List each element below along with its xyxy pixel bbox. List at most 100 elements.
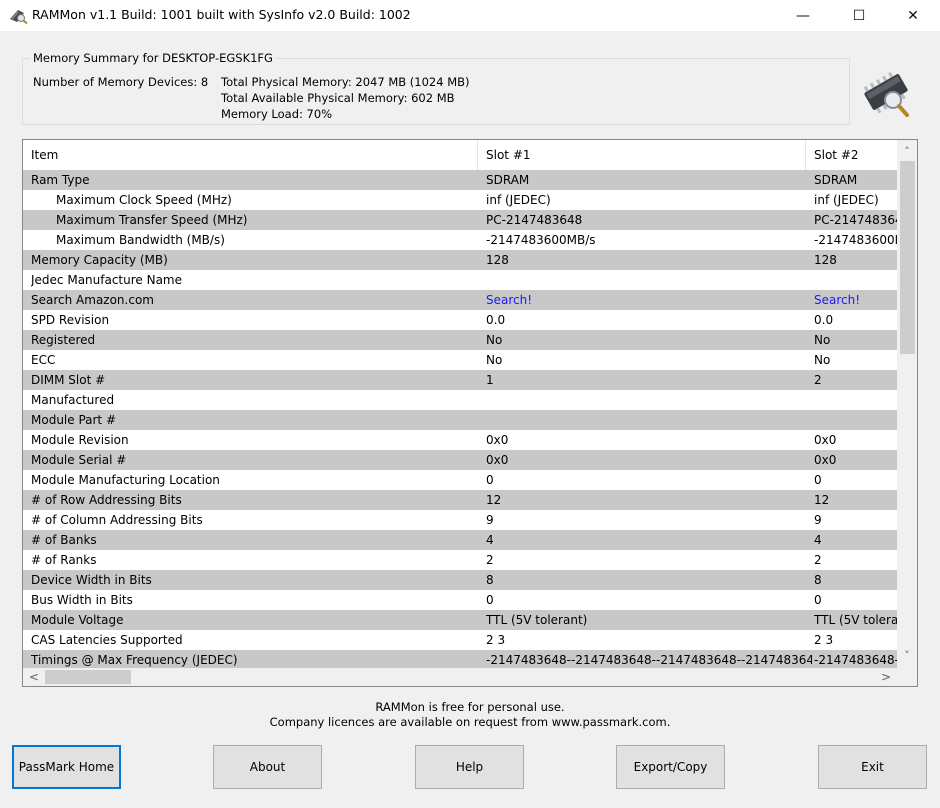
minimize-button[interactable]: — bbox=[780, 0, 826, 31]
column-header-slot-1[interactable]: Slot #1 bbox=[478, 140, 806, 170]
row-item-label: Maximum Transfer Speed (MHz) bbox=[56, 213, 248, 227]
table-row[interactable]: Module Part # bbox=[23, 410, 897, 430]
close-icon: ✕ bbox=[907, 7, 919, 24]
row-item-label: Timings @ Max Frequency (JEDEC) bbox=[31, 653, 238, 667]
table-row[interactable]: Memory Capacity (MB) 128 128 bbox=[23, 250, 897, 270]
slot-1-value: inf (JEDEC) bbox=[486, 193, 551, 207]
row-item-label: # of Column Addressing Bits bbox=[31, 513, 203, 527]
scroll-up-icon[interactable]: ˄ bbox=[897, 142, 917, 160]
row-item-label: # of Row Addressing Bits bbox=[31, 493, 182, 507]
table-row[interactable]: # of Ranks 2 2 bbox=[23, 550, 897, 570]
close-button[interactable]: ✕ bbox=[890, 0, 936, 31]
table-body: Ram Type SDRAM SDRAM Maximum Clock Speed (M… bbox=[23, 170, 897, 670]
scroll-left-icon[interactable]: < bbox=[25, 668, 43, 686]
table-row[interactable]: Maximum Transfer Speed (MHz) PC-214748364… bbox=[23, 210, 897, 230]
exit-button[interactable]: Exit bbox=[818, 745, 927, 789]
table-row[interactable]: Bus Width in Bits 0 0 bbox=[23, 590, 897, 610]
slot-1-value: -2147483600MB/s bbox=[486, 233, 596, 247]
passmark-home-button[interactable]: PassMark Home bbox=[12, 745, 121, 789]
table-row[interactable]: Module Voltage TTL (5V tolerant) TTL (5V t… bbox=[23, 610, 897, 630]
row-item-label: Memory Capacity (MB) bbox=[31, 253, 168, 267]
slot-1-value: 0x0 bbox=[486, 453, 509, 467]
slot-1-value: 8 bbox=[486, 573, 494, 587]
slot-1-value: SDRAM bbox=[486, 173, 530, 187]
row-item-label: Module Manufacturing Location bbox=[31, 473, 220, 487]
row-item-label: Manufactured bbox=[31, 393, 115, 407]
slot-2-value: 0x0 bbox=[814, 453, 837, 467]
table-row[interactable]: CAS Latencies Supported 2 3 2 3 bbox=[23, 630, 897, 650]
table-row[interactable]: Module Manufacturing Location 0 0 bbox=[23, 470, 897, 490]
vertical-scrollbar[interactable]: ˄ ˅ bbox=[897, 140, 917, 668]
slot-2-value bbox=[814, 390, 897, 410]
row-item-label: Bus Width in Bits bbox=[31, 593, 133, 607]
maximize-button[interactable]: ☐ bbox=[836, 0, 882, 31]
row-item-label: ECC bbox=[31, 353, 56, 367]
slot-1-value: 2 bbox=[486, 553, 494, 567]
scroll-down-icon[interactable]: ˅ bbox=[897, 646, 917, 664]
table-row[interactable]: # of Row Addressing Bits 12 12 bbox=[23, 490, 897, 510]
table-row[interactable]: Jedec Manufacture Name bbox=[23, 270, 897, 290]
table-row[interactable]: Search Amazon.com Search! Search! bbox=[23, 290, 897, 310]
slot-1-value: No bbox=[486, 353, 503, 367]
export-copy-button[interactable]: Export/Copy bbox=[616, 745, 725, 789]
scroll-right-icon[interactable]: > bbox=[877, 668, 895, 686]
vertical-scroll-thumb[interactable] bbox=[900, 161, 915, 354]
table-row[interactable]: Registered No No bbox=[23, 330, 897, 350]
row-item-label: Ram Type bbox=[31, 173, 90, 187]
column-header-item[interactable]: Item bbox=[23, 140, 478, 170]
slot-1-value: 128 bbox=[486, 253, 509, 267]
total-available-memory: Total Available Physical Memory: 602 MB bbox=[221, 91, 455, 105]
table-row[interactable]: Device Width in Bits 8 8 bbox=[23, 570, 897, 590]
search-amazon-link-slot-2[interactable]: Search! bbox=[814, 290, 897, 310]
row-item-label: # of Ranks bbox=[31, 553, 97, 567]
search-amazon-link-slot-1[interactable]: Search! bbox=[486, 290, 812, 310]
table-row[interactable]: SPD Revision 0.0 0.0 bbox=[23, 310, 897, 330]
table-row[interactable]: Maximum Clock Speed (MHz) inf (JEDEC) inf … bbox=[23, 190, 897, 210]
column-header-slot-2[interactable]: Slot #2 bbox=[806, 140, 897, 170]
slot-1-value: 4 bbox=[486, 533, 494, 547]
row-item-label: DIMM Slot # bbox=[31, 373, 106, 387]
table-row[interactable]: Timings @ Max Frequency (JEDEC) -21474836… bbox=[23, 650, 897, 670]
scrollbar-corner bbox=[897, 668, 917, 686]
horizontal-scrollbar[interactable]: < > bbox=[23, 668, 897, 686]
slot-1-value: 1 bbox=[486, 373, 494, 387]
table-row[interactable]: Module Serial # 0x0 0x0 bbox=[23, 450, 897, 470]
row-item-label: Search Amazon.com bbox=[31, 293, 154, 307]
table-row[interactable]: # of Column Addressing Bits 9 9 bbox=[23, 510, 897, 530]
slot-1-value: TTL (5V tolerant) bbox=[486, 613, 588, 627]
slot-2-value bbox=[814, 270, 897, 290]
table-row[interactable]: Module Revision 0x0 0x0 bbox=[23, 430, 897, 450]
table-row[interactable]: Ram Type SDRAM SDRAM bbox=[23, 170, 897, 190]
row-item-label: Registered bbox=[31, 333, 96, 347]
total-physical-memory: Total Physical Memory: 2047 MB (1024 MB) bbox=[221, 75, 470, 89]
table-row[interactable]: # of Banks 4 4 bbox=[23, 530, 897, 550]
slot-1-value bbox=[486, 390, 812, 410]
slot-1-value: No bbox=[486, 333, 503, 347]
slot-2-value: 0 bbox=[814, 593, 822, 607]
slot-1-value: 12 bbox=[486, 493, 502, 507]
memory-devices-count: Number of Memory Devices: 8 bbox=[33, 75, 209, 89]
table-row[interactable]: Manufactured bbox=[23, 390, 897, 410]
row-item-label: Module Part # bbox=[31, 413, 117, 427]
slot-2-value: 2 bbox=[814, 373, 822, 387]
slot-1-value: 0x0 bbox=[486, 433, 509, 447]
slot-1-value: 0 bbox=[486, 593, 494, 607]
slot-2-value: -2147483600MB/s bbox=[814, 233, 897, 247]
slot-2-value: TTL (5V tolerant) bbox=[814, 613, 897, 627]
slot-1-value: PC-2147483648 bbox=[486, 213, 583, 227]
memory-chip-magnifier-icon bbox=[863, 72, 909, 117]
slot-2-value: 2 3 bbox=[814, 633, 834, 647]
license-note-line-2: Company licences are available on reques… bbox=[269, 715, 671, 729]
about-button[interactable]: About bbox=[213, 745, 322, 789]
slot-2-value: SDRAM bbox=[814, 173, 858, 187]
memory-stats: Total Physical Memory: 2047 MB (1024 MB)… bbox=[221, 74, 470, 122]
table-row[interactable]: ECC No No bbox=[23, 350, 897, 370]
table-row[interactable]: Maximum Bandwidth (MB/s) -2147483600MB/s -… bbox=[23, 230, 897, 250]
row-item-label: Jedec Manufacture Name bbox=[31, 273, 183, 287]
memory-details-table[interactable]: Item Slot #1 Slot #2 Ram Type SDRAM SDRAM M… bbox=[22, 139, 918, 687]
row-item-label: SPD Revision bbox=[31, 313, 110, 327]
horizontal-scroll-thumb[interactable] bbox=[45, 670, 131, 684]
slot-2-value: 4 bbox=[814, 533, 822, 547]
help-button[interactable]: Help bbox=[415, 745, 524, 789]
table-row[interactable]: DIMM Slot # 1 2 bbox=[23, 370, 897, 390]
